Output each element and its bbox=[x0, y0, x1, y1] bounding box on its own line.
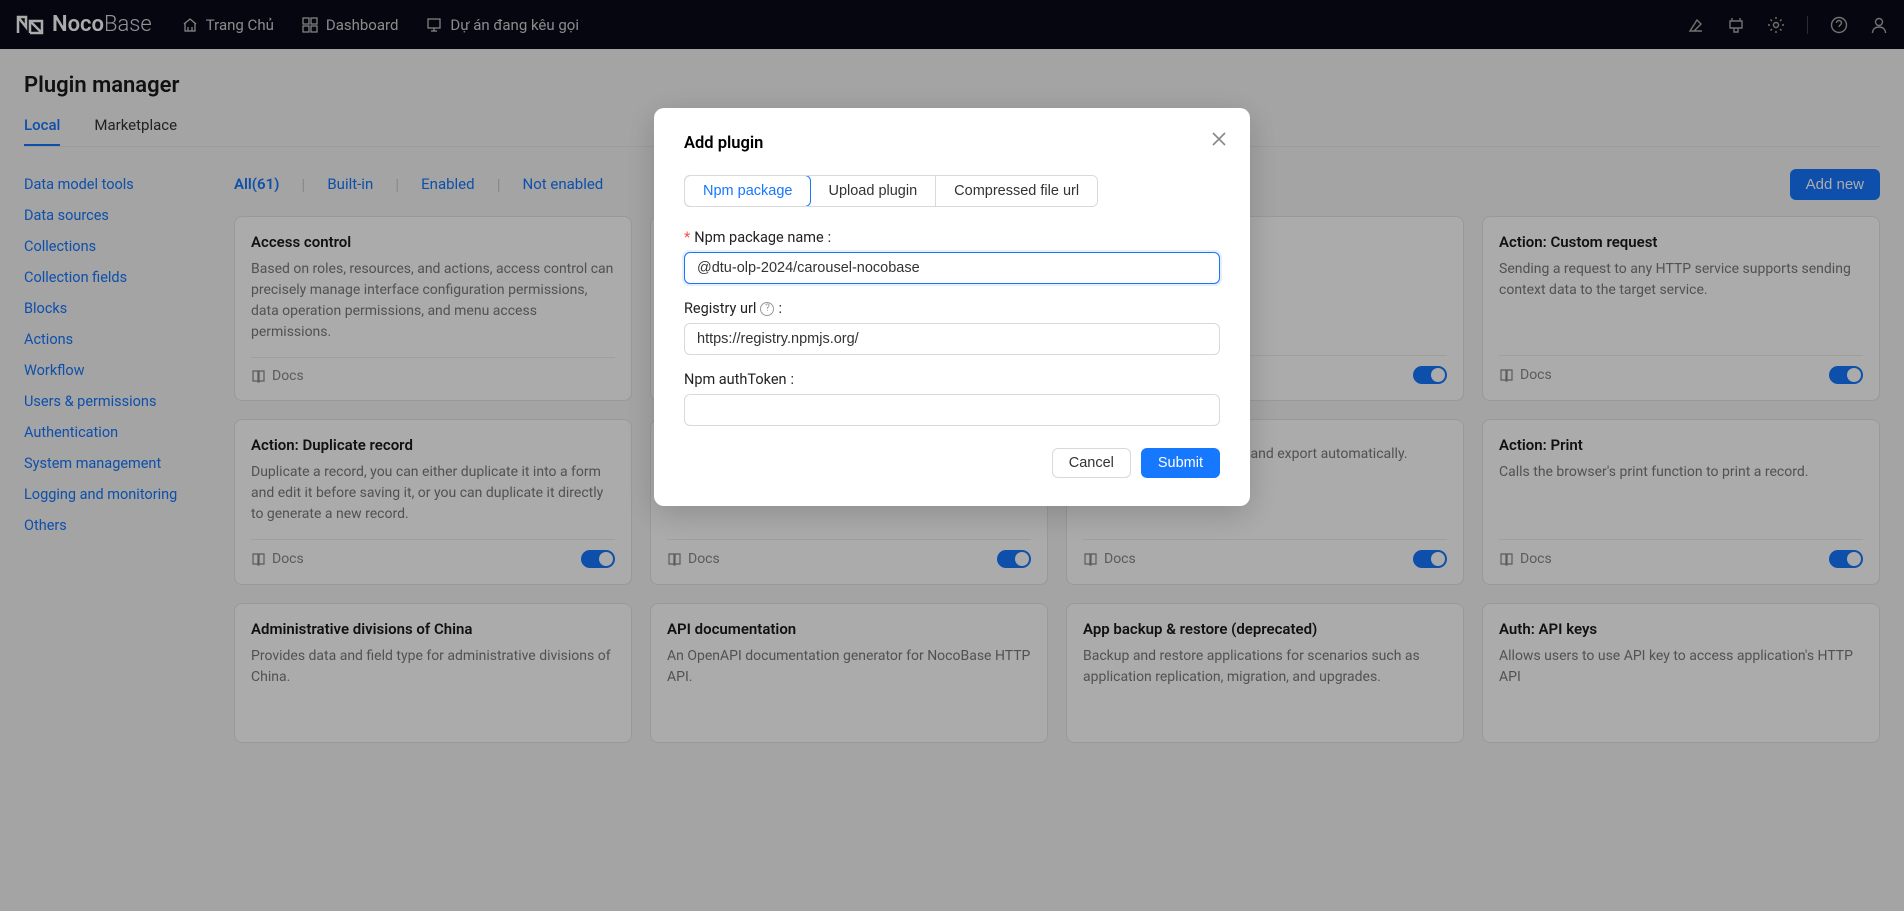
modal-title: Add plugin bbox=[684, 134, 1220, 153]
source-segment: Npm package Upload plugin Compressed fil… bbox=[684, 175, 1098, 207]
help-icon[interactable]: ? bbox=[760, 302, 774, 316]
label-auth-token: Npm authToken: bbox=[684, 371, 1220, 388]
segment-upload[interactable]: Upload plugin bbox=[810, 176, 936, 206]
label-package-name: * Npm package name: bbox=[684, 229, 1220, 246]
label-registry-url: Registry url ?: bbox=[684, 300, 1220, 317]
segment-npm[interactable]: Npm package bbox=[684, 175, 811, 207]
submit-button[interactable]: Submit bbox=[1141, 448, 1220, 478]
cancel-button[interactable]: Cancel bbox=[1052, 448, 1131, 478]
add-plugin-modal: Add plugin Npm package Upload plugin Com… bbox=[654, 108, 1250, 506]
close-icon[interactable] bbox=[1210, 130, 1228, 152]
registry-url-input[interactable] bbox=[684, 323, 1220, 355]
package-name-input[interactable] bbox=[684, 252, 1220, 284]
segment-compressed[interactable]: Compressed file url bbox=[936, 176, 1097, 206]
auth-token-input[interactable] bbox=[684, 394, 1220, 426]
required-mark: * bbox=[684, 229, 690, 246]
